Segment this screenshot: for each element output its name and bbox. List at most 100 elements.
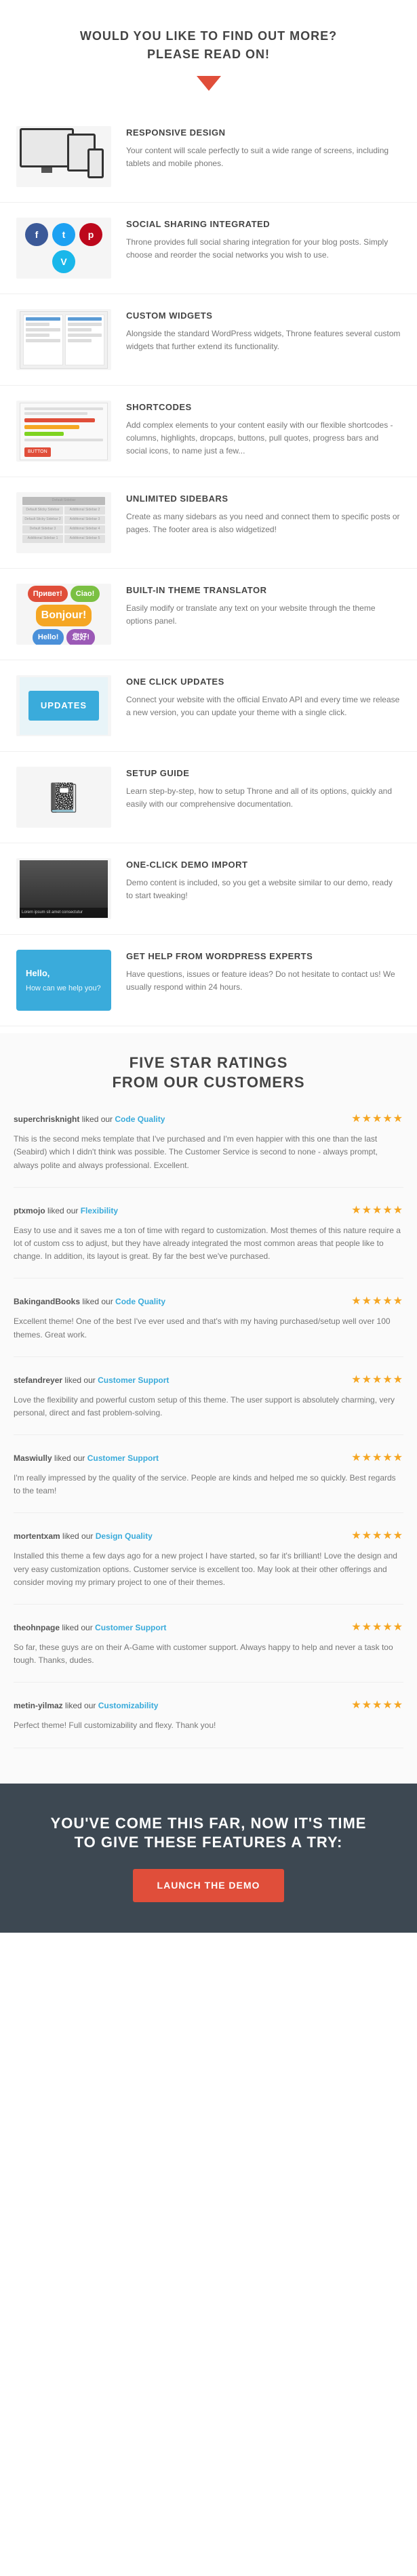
down-arrow-icon xyxy=(197,76,221,91)
feature-image-demo: Lorem ipsum sit amet consectutur xyxy=(16,858,111,919)
feature-shortcodes: BUTTON SHORTCODES Add complex elements t… xyxy=(0,386,417,477)
help-chat-bubble: Hello, How can we help you? xyxy=(16,950,111,1011)
header-subtitle: PLEASE READ ON! xyxy=(14,45,403,64)
review-item-6: theohnpage liked our Customer Support ★★… xyxy=(14,1619,403,1683)
review-stars-6: ★★★★★ xyxy=(351,1619,403,1636)
review-text-5: Installed this theme a few days ago for … xyxy=(14,1550,403,1589)
features-section: RESPONSIVE DESIGN Your content will scal… xyxy=(0,104,417,1033)
feature-image-widgets xyxy=(16,309,111,370)
feature-content-translator: BUILT-IN THEME TRANSLATOR Easily modify … xyxy=(126,584,401,628)
translator-mockup: Привет! Ciao! Bonjour! Hello! 您好! xyxy=(20,586,108,643)
feature-desc-responsive: Your content will scale perfectly to sui… xyxy=(126,144,401,170)
reviewer-name-7: metin-yilmaz liked our Customizability xyxy=(14,1699,158,1712)
review-item-2: BakingandBooks liked our Code Quality ★★… xyxy=(14,1293,403,1356)
cta-title: YOU'VE COME THIS FAR, NOW IT'S TIME TO G… xyxy=(20,1814,397,1853)
feature-content-setup: SETUP GUIDE Learn step-by-step, how to s… xyxy=(126,767,401,811)
widget-mockup xyxy=(20,311,108,369)
feature-image-sidebars: Default Sidebar Default Sticky Sidebar A… xyxy=(16,492,111,553)
reviews-container: superchrisknight liked our Code Quality … xyxy=(14,1111,403,1748)
sidebar-mockup: Default Sidebar Default Sticky Sidebar A… xyxy=(20,494,108,552)
feature-social: f t p V SOCIAL SHARING INTEGRATED Throne… xyxy=(0,203,417,294)
launch-demo-button[interactable]: LAUNCH THE DEMO xyxy=(133,1869,285,1902)
feature-title-updates: ONE CLICK UPDATES xyxy=(126,675,401,689)
review-text-0: This is the second meks template that I'… xyxy=(14,1133,403,1172)
book-icon: 📓 xyxy=(46,776,81,819)
monitor-base-icon xyxy=(41,167,52,173)
monitor-icon xyxy=(20,128,74,167)
reviewer-name-5: mortentxam liked our Design Quality xyxy=(14,1530,153,1542)
feature-desc-setup: Learn step-by-step, how to setup Throne … xyxy=(126,785,401,811)
feature-help: Hello, How can we help you? GET HELP FRO… xyxy=(0,935,417,1026)
help-chat-sub: How can we help you? xyxy=(26,983,101,994)
feature-image-shortcodes: BUTTON xyxy=(16,401,111,462)
bubble-bonjour: Bonjour! xyxy=(36,605,92,626)
ratings-header: FIVE STAR RATINGS FROM OUR CUSTOMERS xyxy=(14,1053,403,1092)
feature-content-sidebars: UNLIMITED SIDEBARS Create as many sideba… xyxy=(126,492,401,536)
review-header-3: stefandreyer liked our Customer Support … xyxy=(14,1372,403,1388)
review-stars-3: ★★★★★ xyxy=(351,1372,403,1388)
review-header-1: ptxmojo liked our Flexibility ★★★★★ xyxy=(14,1203,403,1219)
feature-desc-help: Have questions, issues or feature ideas?… xyxy=(126,968,401,994)
feature-title-demo: ONE-CLICK DEMO IMPORT xyxy=(126,858,401,872)
review-stars-0: ★★★★★ xyxy=(351,1111,403,1127)
review-header-4: Maswiully liked our Customer Support ★★★… xyxy=(14,1450,403,1466)
feature-title-widgets: CUSTOM WIDGETS xyxy=(126,309,401,323)
feature-title-translator: BUILT-IN THEME TRANSLATOR xyxy=(126,584,401,597)
bubble-hello: Hello! xyxy=(33,629,64,645)
widget-col-1 xyxy=(23,315,63,365)
review-stars-4: ★★★★★ xyxy=(351,1450,403,1466)
demo-overlay-text: Lorem ipsum sit amet consectutur xyxy=(20,908,108,918)
feature-translator: Привет! Ciao! Bonjour! Hello! 您好! BUILT-… xyxy=(0,569,417,660)
feature-updates: updates ONE CLICK UPDATES Connect your w… xyxy=(0,660,417,752)
feature-desc-updates: Connect your website with the official E… xyxy=(126,693,401,719)
header-question: WOULD YOU LIKE TO FIND OUT MORE? xyxy=(14,27,403,45)
feature-image-translator: Привет! Ciao! Bonjour! Hello! 您好! xyxy=(16,584,111,645)
bubble-french: Ciao! xyxy=(71,586,100,603)
ratings-section: FIVE STAR RATINGS FROM OUR CUSTOMERS sup… xyxy=(0,1033,417,1784)
review-text-4: I'm really impressed by the quality of t… xyxy=(14,1472,403,1497)
review-item-1: ptxmojo liked our Flexibility ★★★★★ Easy… xyxy=(14,1203,403,1279)
review-stars-7: ★★★★★ xyxy=(351,1697,403,1714)
review-header-6: theohnpage liked our Customer Support ★★… xyxy=(14,1619,403,1636)
review-text-6: So far, these guys are on their A-Game w… xyxy=(14,1641,403,1667)
feature-desc-shortcodes: Add complex elements to your content eas… xyxy=(126,419,401,458)
feature-title-responsive: RESPONSIVE DESIGN xyxy=(126,126,401,140)
twitter-icon: t xyxy=(52,223,75,246)
reviewer-name-1: ptxmojo liked our Flexibility xyxy=(14,1205,118,1217)
review-stars-2: ★★★★★ xyxy=(351,1293,403,1310)
social-circles: f t p V xyxy=(20,223,108,273)
review-text-3: Love the flexibility and powerful custom… xyxy=(14,1394,403,1420)
reviewer-name-0: superchrisknight liked our Code Quality xyxy=(14,1113,165,1125)
feature-content-shortcodes: SHORTCODES Add complex elements to your … xyxy=(126,401,401,458)
feature-responsive: RESPONSIVE DESIGN Your content will scal… xyxy=(0,111,417,203)
feature-desc-social: Throne provides full social sharing inte… xyxy=(126,236,401,262)
feature-title-help: GET HELP FROM WORDPRESS EXPERTS xyxy=(126,950,401,963)
reviewer-name-3: stefandreyer liked our Customer Support xyxy=(14,1374,169,1386)
feature-desc-demo: Demo content is included, so you get a w… xyxy=(126,877,401,902)
phone-icon xyxy=(87,148,104,178)
review-item-7: metin-yilmaz liked our Customizability ★… xyxy=(14,1697,403,1748)
feature-title-sidebars: UNLIMITED SIDEBARS xyxy=(126,492,401,506)
bubble-russian: Привет! xyxy=(28,586,68,603)
review-header-2: BakingandBooks liked our Code Quality ★★… xyxy=(14,1293,403,1310)
review-header-7: metin-yilmaz liked our Customizability ★… xyxy=(14,1697,403,1714)
feature-image-social: f t p V xyxy=(16,218,111,279)
help-chat-greeting: Hello, xyxy=(26,967,49,980)
review-item-0: superchrisknight liked our Code Quality … xyxy=(14,1111,403,1188)
feature-image-setup: 📓 xyxy=(16,767,111,828)
cta-section: YOU'VE COME THIS FAR, NOW IT'S TIME TO G… xyxy=(0,1784,417,1933)
update-now-button[interactable]: updates xyxy=(28,691,99,721)
feature-title-social: SOCIAL SHARING INTEGRATED xyxy=(126,218,401,231)
pinterest-icon: p xyxy=(79,223,102,246)
reviewer-name-2: BakingandBooks liked our Code Quality xyxy=(14,1295,165,1308)
vimeo-icon: V xyxy=(52,250,75,273)
shortcode-button-mock: BUTTON xyxy=(24,447,51,458)
feature-desc-sidebars: Create as many sidebars as you need and … xyxy=(126,510,401,536)
widget-mock-inner xyxy=(23,315,104,365)
review-stars-1: ★★★★★ xyxy=(351,1203,403,1219)
review-item-5: mortentxam liked our Design Quality ★★★★… xyxy=(14,1528,403,1605)
header-section: WOULD YOU LIKE TO FIND OUT MORE? PLEASE … xyxy=(0,0,417,104)
feature-content-help: GET HELP FROM WORDPRESS EXPERTS Have que… xyxy=(126,950,401,994)
widget-col-2 xyxy=(65,315,105,365)
review-text-2: Excellent theme! One of the best I've ev… xyxy=(14,1315,403,1341)
